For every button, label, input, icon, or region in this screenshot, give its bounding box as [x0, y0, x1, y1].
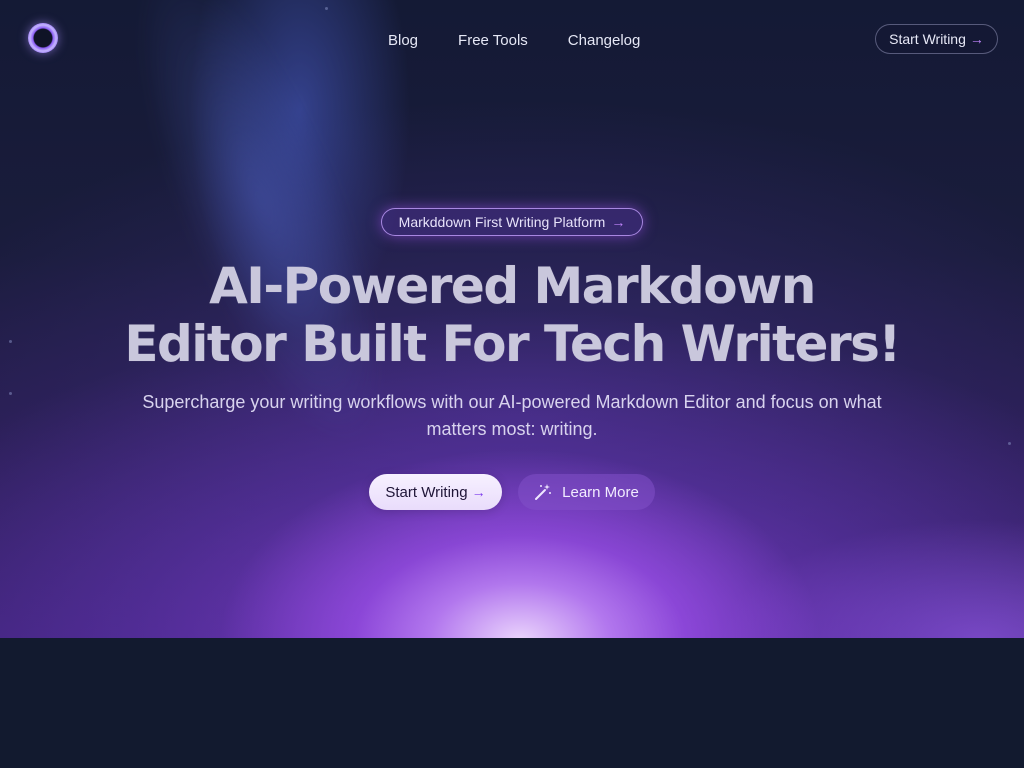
- nav-start-writing-button[interactable]: Start Writing →: [875, 24, 998, 54]
- arrow-right-icon: →: [471, 484, 486, 500]
- nav-link-blog[interactable]: Blog: [388, 32, 418, 49]
- nav-links: Blog Free Tools Changelog: [388, 32, 640, 49]
- arrow-right-icon: →: [611, 214, 626, 230]
- arrow-right-icon: →: [969, 31, 984, 47]
- bottom-section: [0, 638, 1024, 768]
- learn-more-label: Learn More: [562, 483, 639, 501]
- platform-badge[interactable]: Markddown First Writing Platform →: [381, 208, 643, 236]
- hero-subtext: Supercharge your writing workflows with …: [142, 392, 882, 439]
- magic-wand-icon: [534, 483, 552, 501]
- learn-more-button[interactable]: Learn More: [518, 474, 655, 510]
- platform-badge-label: Markddown First Writing Platform: [398, 214, 606, 230]
- hero-headline-line-2: Editor Built For Tech Writers!: [124, 315, 901, 373]
- nav-link-changelog[interactable]: Changelog: [568, 32, 641, 49]
- ring-logo-icon[interactable]: [28, 23, 58, 53]
- start-writing-label: Start Writing: [385, 483, 468, 501]
- nav-link-free-tools[interactable]: Free Tools: [458, 32, 528, 49]
- start-writing-button[interactable]: Start Writing →: [369, 474, 502, 510]
- star-dot: [9, 392, 12, 395]
- top-navbar: Blog Free Tools Changelog Start Writing …: [0, 0, 1024, 80]
- nav-start-writing-label: Start Writing: [889, 31, 966, 47]
- hero-headline: AI-Powered Markdown Editor Built For Tec…: [0, 257, 1024, 373]
- star-dot: [1008, 442, 1011, 445]
- hero-headline-line-1: AI-Powered Markdown: [209, 257, 816, 315]
- page: Blog Free Tools Changelog Start Writing …: [0, 0, 1024, 768]
